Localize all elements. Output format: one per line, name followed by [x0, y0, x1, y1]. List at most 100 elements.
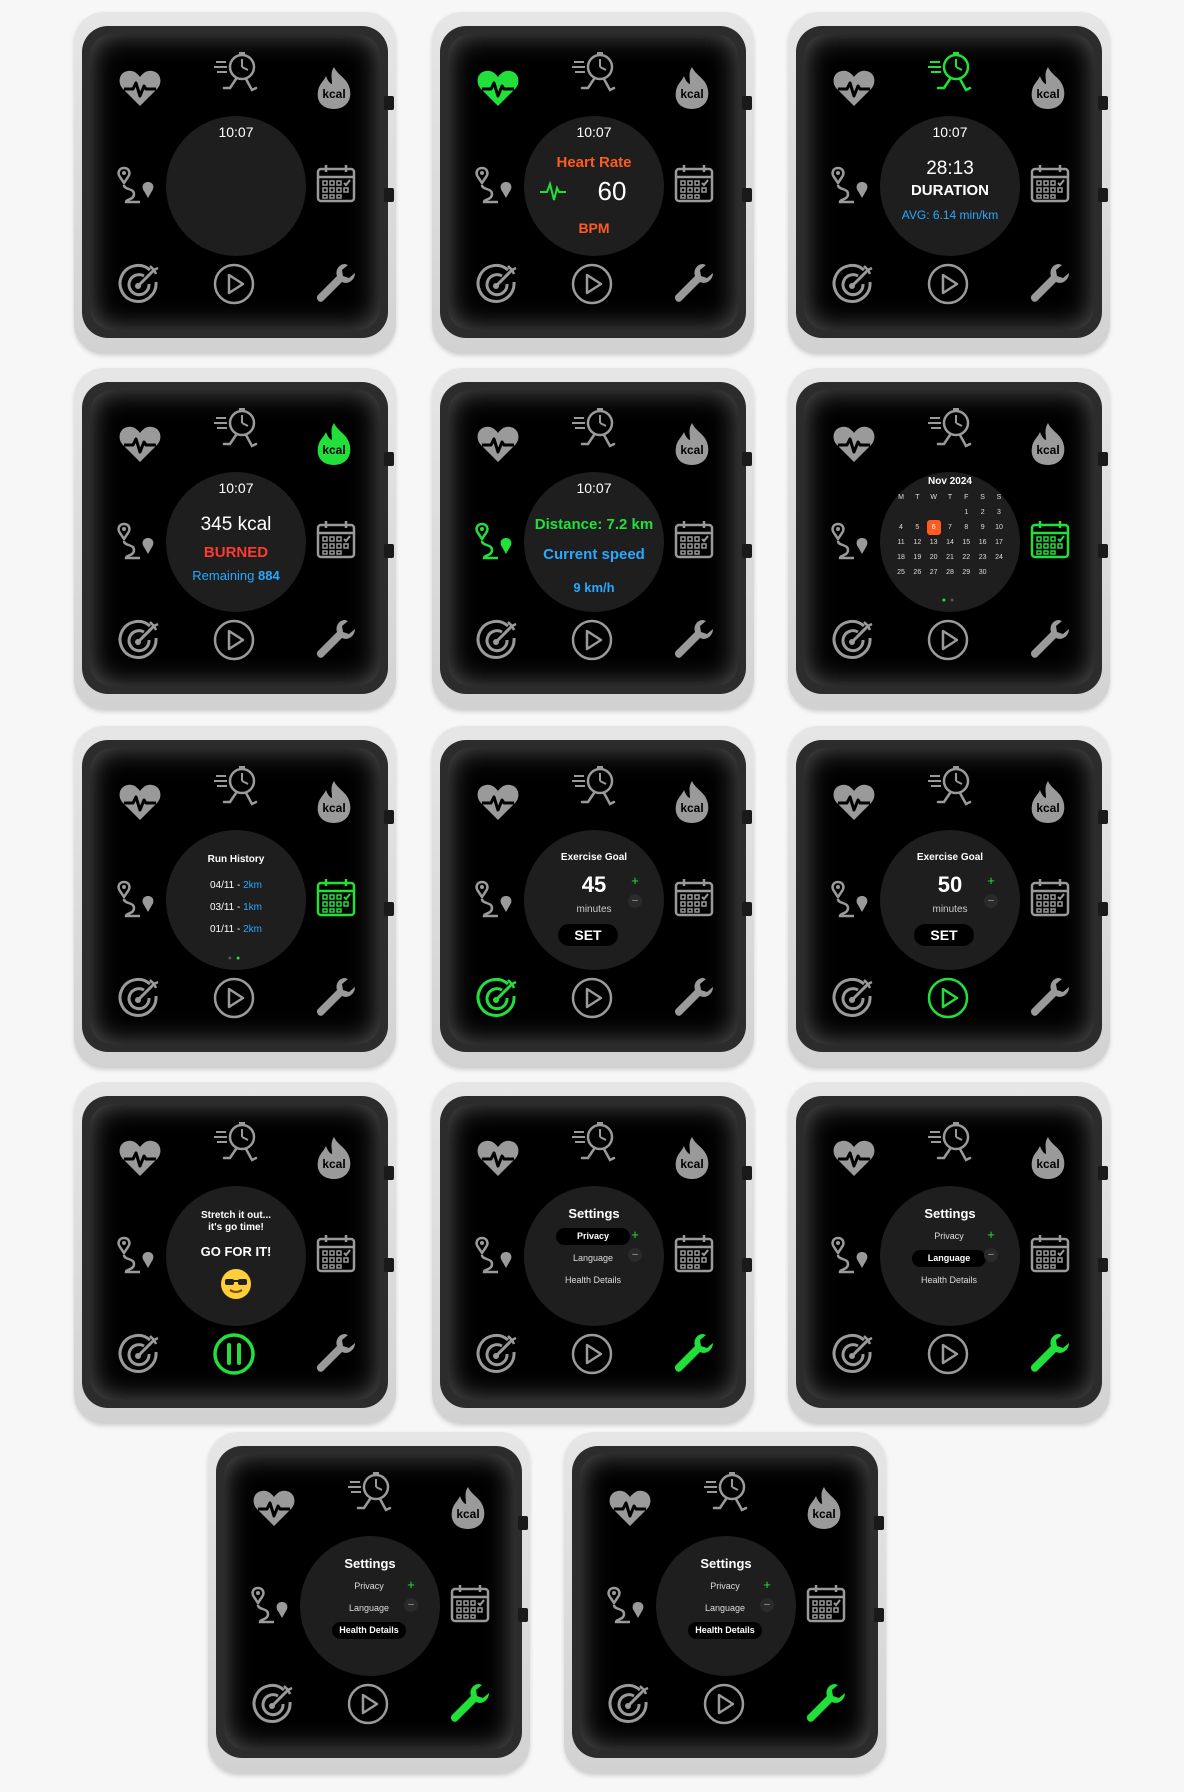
side-button-top[interactable]: [384, 810, 394, 824]
settings-option-health-details[interactable]: Health Details: [556, 1272, 630, 1289]
calendar-day[interactable]: 30: [976, 565, 990, 580]
calendar-day[interactable]: 4: [894, 520, 908, 535]
calendar-day[interactable]: 21: [943, 550, 957, 565]
calendar-icon[interactable]: [312, 874, 360, 922]
play-button-icon[interactable]: [344, 1680, 392, 1728]
calendar-day[interactable]: 19: [910, 550, 924, 565]
target-icon[interactable]: [830, 1330, 878, 1378]
running-clock-icon[interactable]: [212, 1120, 260, 1168]
heart-icon[interactable]: [474, 1134, 522, 1182]
wrench-icon[interactable]: [1026, 974, 1074, 1022]
calendar-icon[interactable]: [670, 874, 718, 922]
route-icon[interactable]: [112, 874, 160, 922]
side-button-bottom[interactable]: [1098, 188, 1108, 202]
play-button-icon[interactable]: [924, 616, 972, 664]
decrement-button[interactable]: –: [760, 1598, 774, 1612]
kcal-fire-icon[interactable]: kcal: [310, 778, 358, 826]
decrement-button[interactable]: –: [404, 1598, 418, 1612]
running-clock-icon[interactable]: [212, 764, 260, 812]
calendar-day[interactable]: 26: [910, 565, 924, 580]
side-button-bottom[interactable]: [1098, 902, 1108, 916]
side-button-top[interactable]: [874, 1516, 884, 1530]
side-button-top[interactable]: [384, 1166, 394, 1180]
target-icon[interactable]: [830, 974, 878, 1022]
calendar-day[interactable]: [910, 505, 924, 520]
calendar-icon[interactable]: [446, 1580, 494, 1628]
increment-button[interactable]: +: [984, 874, 998, 888]
calendar-day[interactable]: 5: [910, 520, 924, 535]
heart-icon[interactable]: [830, 1134, 878, 1182]
side-button-bottom[interactable]: [518, 1608, 528, 1622]
route-icon[interactable]: [470, 874, 518, 922]
increment-button[interactable]: +: [628, 1228, 642, 1242]
play-button-icon[interactable]: [568, 616, 616, 664]
side-button-top[interactable]: [742, 96, 752, 110]
target-icon[interactable]: [474, 1330, 522, 1378]
play-button-icon[interactable]: [210, 974, 258, 1022]
calendar-day[interactable]: 2: [976, 505, 990, 520]
side-button-bottom[interactable]: [742, 188, 752, 202]
calendar-day[interactable]: 20: [927, 550, 941, 565]
settings-option-privacy[interactable]: Privacy: [912, 1228, 986, 1245]
running-clock-icon[interactable]: [212, 406, 260, 454]
side-button-bottom[interactable]: [742, 1258, 752, 1272]
heart-icon[interactable]: [830, 420, 878, 468]
heart-icon[interactable]: [830, 64, 878, 112]
side-button-bottom[interactable]: [1098, 1258, 1108, 1272]
wrench-icon[interactable]: [312, 616, 360, 664]
side-button-bottom[interactable]: [384, 1258, 394, 1272]
increment-button[interactable]: +: [628, 874, 642, 888]
play-button-icon[interactable]: [568, 974, 616, 1022]
heart-icon[interactable]: [474, 64, 522, 112]
side-button-bottom[interactable]: [742, 902, 752, 916]
increment-button[interactable]: +: [404, 1578, 418, 1592]
running-clock-icon[interactable]: [212, 50, 260, 98]
target-icon[interactable]: [474, 616, 522, 664]
route-icon[interactable]: [602, 1580, 650, 1628]
calendar-icon[interactable]: [670, 1230, 718, 1278]
kcal-fire-icon[interactable]: kcal: [1024, 778, 1072, 826]
wrench-icon[interactable]: [1026, 260, 1074, 308]
route-icon[interactable]: [470, 160, 518, 208]
kcal-fire-icon[interactable]: kcal: [1024, 64, 1072, 112]
decrement-button[interactable]: –: [984, 894, 998, 908]
settings-option-language[interactable]: Language: [332, 1600, 406, 1617]
calendar-day[interactable]: 16: [976, 535, 990, 550]
calendar-day[interactable]: 22: [959, 550, 973, 565]
calendar-day[interactable]: 14: [943, 535, 957, 550]
calendar-day[interactable]: 28: [943, 565, 957, 580]
kcal-fire-icon[interactable]: kcal: [310, 1134, 358, 1182]
play-button-icon[interactable]: [924, 974, 972, 1022]
wrench-icon[interactable]: [312, 1330, 360, 1378]
settings-option-privacy[interactable]: Privacy: [688, 1578, 762, 1595]
wrench-icon[interactable]: [670, 616, 718, 664]
target-icon[interactable]: [474, 260, 522, 308]
kcal-fire-icon[interactable]: kcal: [310, 420, 358, 468]
settings-option-health-details[interactable]: Health Details: [332, 1622, 406, 1639]
wrench-icon[interactable]: [1026, 616, 1074, 664]
route-icon[interactable]: [826, 874, 874, 922]
kcal-fire-icon[interactable]: kcal: [668, 420, 716, 468]
calendar-day[interactable]: 17: [992, 535, 1006, 550]
increment-button[interactable]: +: [984, 1228, 998, 1242]
target-icon[interactable]: [474, 974, 522, 1022]
calendar-icon[interactable]: [312, 516, 360, 564]
running-clock-icon[interactable]: [570, 50, 618, 98]
settings-option-language[interactable]: Language: [556, 1250, 630, 1267]
calendar-icon[interactable]: [802, 1580, 850, 1628]
heart-icon[interactable]: [606, 1484, 654, 1532]
kcal-fire-icon[interactable]: kcal: [310, 64, 358, 112]
target-icon[interactable]: [606, 1680, 654, 1728]
settings-option-privacy[interactable]: Privacy: [332, 1578, 406, 1595]
calendar-day[interactable]: 29: [959, 565, 973, 580]
side-button-bottom[interactable]: [384, 544, 394, 558]
calendar-icon[interactable]: [312, 160, 360, 208]
calendar-day[interactable]: 3: [992, 505, 1006, 520]
play-button-icon[interactable]: [210, 260, 258, 308]
running-clock-icon[interactable]: [570, 406, 618, 454]
heart-icon[interactable]: [830, 778, 878, 826]
calendar-day[interactable]: 27: [927, 565, 941, 580]
side-button-bottom[interactable]: [874, 1608, 884, 1622]
calendar-day[interactable]: 10: [992, 520, 1006, 535]
calendar-day[interactable]: 18: [894, 550, 908, 565]
